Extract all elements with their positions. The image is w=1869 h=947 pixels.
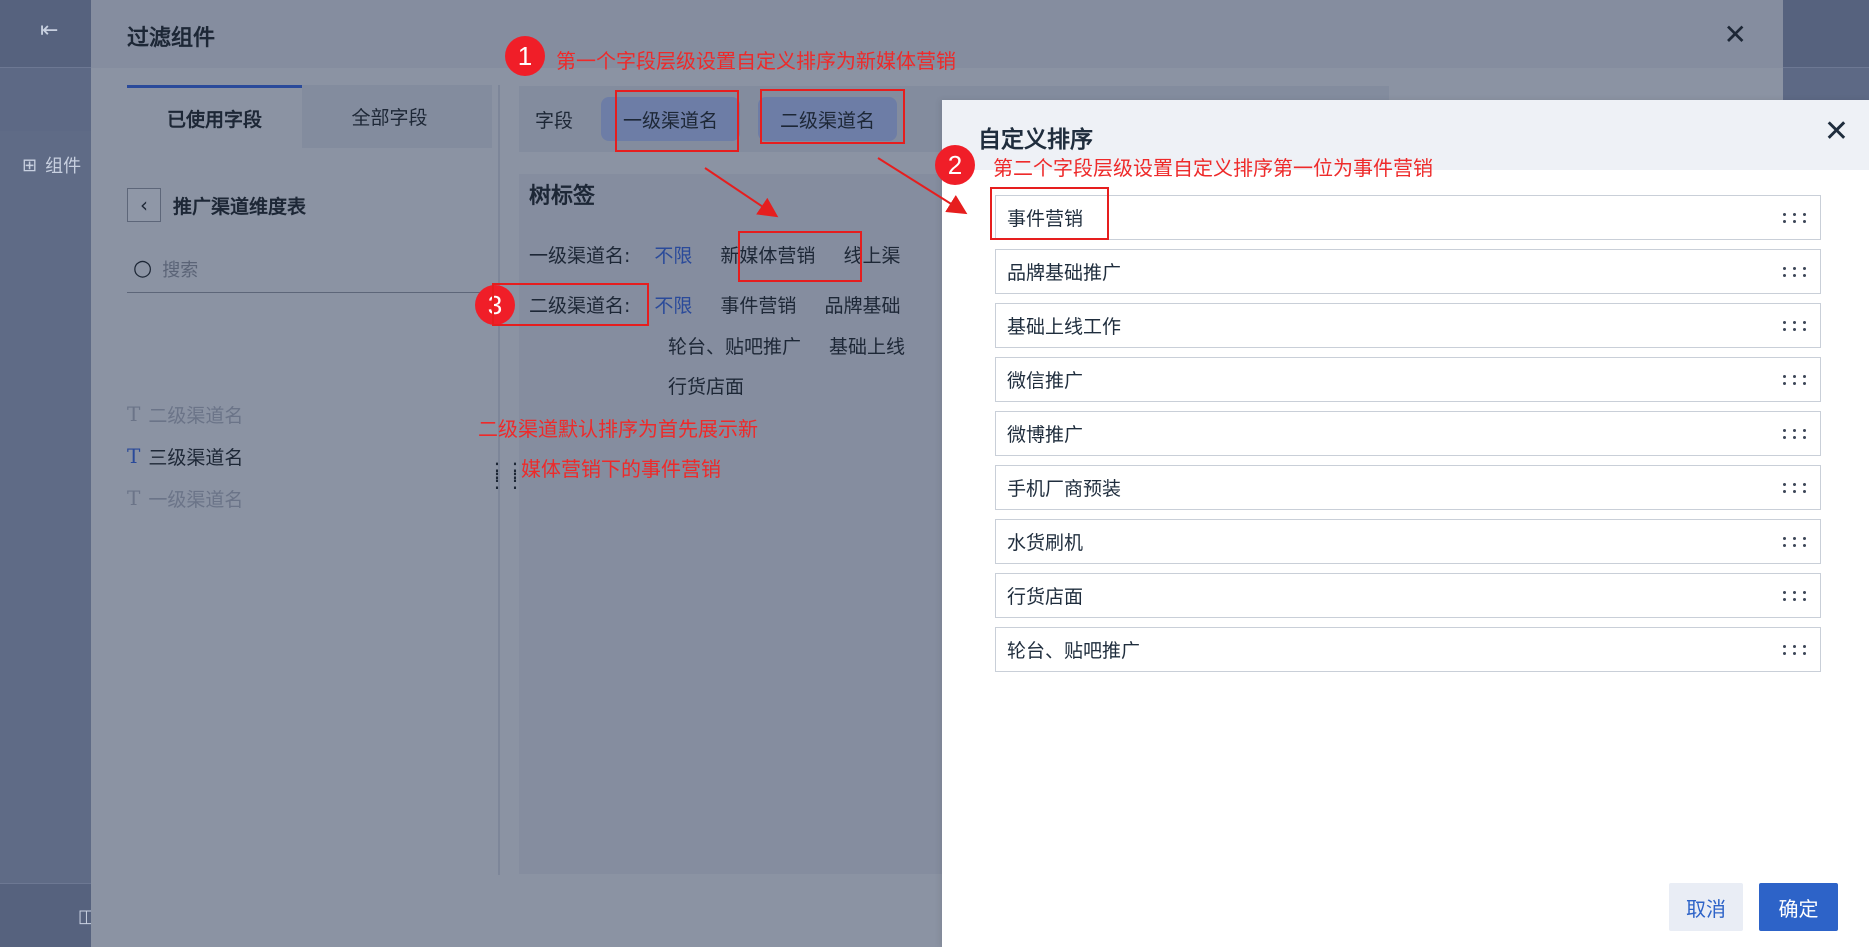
level1-label: 一级渠道名:	[529, 245, 631, 267]
close-icon[interactable]: ✕	[1824, 114, 1849, 149]
sort-item[interactable]: 行货店面	[995, 573, 1821, 618]
field-item[interactable]: T 三级渠道名	[127, 435, 243, 477]
sort-item-label: 品牌基础推广	[1007, 262, 1122, 284]
drag-handle-icon[interactable]	[1783, 644, 1808, 655]
dialog-title: 过滤组件	[127, 26, 216, 51]
drag-handle-icon[interactable]	[1783, 212, 1808, 223]
confirm-button[interactable]: 确定	[1759, 883, 1838, 931]
text-type-icon: T	[127, 444, 141, 468]
sort-item[interactable]: 轮台、贴吧推广	[995, 627, 1821, 672]
annotation-note-3-line2: 媒体营销下的事件营销	[521, 457, 721, 481]
sort-item[interactable]: 事件营销	[995, 195, 1821, 240]
highlight-box	[492, 283, 649, 326]
component-menu[interactable]: ⊞ 组件	[22, 152, 81, 178]
field-tabs: 已使用字段 全部字段	[127, 85, 492, 148]
component-label: 组件	[45, 156, 82, 177]
sort-item[interactable]: 手机厂商预装	[995, 465, 1821, 510]
field-bar-label: 字段	[535, 109, 574, 132]
search-input[interactable]: ○ 搜索	[127, 245, 492, 293]
sort-item-label: 微博推广	[1007, 424, 1084, 446]
highlight-box	[738, 231, 862, 282]
option-item[interactable]: 品牌基础	[824, 291, 900, 325]
drag-handle-icon[interactable]	[1783, 428, 1808, 439]
sort-item-label: 轮台、贴吧推广	[1007, 640, 1141, 662]
text-type-icon: T	[127, 402, 141, 426]
drag-handle-icon[interactable]	[1783, 374, 1808, 385]
tab-used-fields[interactable]: 已使用字段	[127, 85, 302, 148]
component-add-icon: ⊞	[22, 154, 38, 176]
sort-item-label: 手机厂商预装	[1007, 478, 1122, 500]
field-label: 一级渠道名	[148, 488, 244, 511]
field-label: 二级渠道名	[148, 404, 244, 427]
sort-item-label: 水货刷机	[1007, 532, 1084, 554]
highlight-box	[990, 187, 1109, 240]
search-icon: ○	[133, 256, 153, 281]
preview-title: 树标签	[529, 184, 596, 209]
sort-item-label: 微信推广	[1007, 370, 1084, 392]
back-button[interactable]: ‹	[127, 188, 161, 222]
drag-handle-icon[interactable]	[1783, 590, 1808, 601]
option-item[interactable]: 行货店面	[668, 372, 744, 399]
annotation-badge-1: 1	[505, 36, 545, 76]
field-list: T 二级渠道名 T 三级渠道名 T 一级渠道名	[127, 393, 243, 519]
sort-item[interactable]: 基础上线工作	[995, 303, 1821, 348]
text-type-icon: T	[127, 486, 141, 510]
sort-item-label: 基础上线工作	[1007, 316, 1122, 338]
option-item[interactable]: 基础上线	[829, 332, 905, 359]
table-name: 推广渠道维度表	[173, 195, 307, 218]
drag-handle-icon[interactable]	[1783, 536, 1808, 547]
tab-all-fields[interactable]: 全部字段	[302, 85, 477, 148]
sort-item[interactable]: 微博推广	[995, 411, 1821, 456]
sort-list: 事件营销 品牌基础推广 基础上线工作 微信推广 微博推广 手机厂商预装 水货刷机…	[995, 195, 1821, 681]
annotation-note-3-line1: 二级渠道默认排序为首先展示新	[478, 417, 758, 441]
highlight-box	[615, 90, 739, 152]
field-label: 三级渠道名	[148, 446, 244, 469]
field-item[interactable]: T 一级渠道名	[127, 477, 243, 519]
option-item[interactable]: 事件营销	[720, 291, 796, 325]
option-unlimited[interactable]: 不限	[654, 291, 692, 325]
level2-row: 轮台、贴吧推广 基础上线	[668, 325, 905, 365]
table-header: ‹ 推广渠道维度表	[127, 188, 306, 222]
field-item[interactable]: T 二级渠道名	[127, 393, 243, 435]
drag-handle-icon[interactable]	[1783, 320, 1808, 331]
sort-item-label: 行货店面	[1007, 586, 1084, 608]
sort-item[interactable]: 品牌基础推广	[995, 249, 1821, 294]
option-unlimited[interactable]: 不限	[654, 241, 692, 268]
exit-icon[interactable]: ⇤	[40, 18, 70, 48]
sort-item[interactable]: 微信推广	[995, 357, 1821, 402]
sort-panel-title: 自定义排序	[978, 127, 1093, 153]
drag-handle-icon[interactable]	[1783, 482, 1808, 493]
level2-row: 行货店面	[668, 365, 905, 405]
option-item[interactable]: 轮台、贴吧推广	[668, 332, 801, 359]
drag-handle-icon[interactable]	[1783, 266, 1808, 277]
search-placeholder: 搜索	[162, 259, 199, 281]
cancel-button[interactable]: 取消	[1669, 883, 1743, 931]
annotation-note-2: 第二个字段层级设置自定义排序第一位为事件营销	[993, 156, 1433, 180]
resize-handle-icon[interactable]: ⋮⋮ ⋮⋮	[487, 460, 525, 490]
annotation-note-1: 第一个字段层级设置自定义排序为新媒体营销	[556, 49, 956, 73]
chevron-left-icon: ‹	[140, 193, 148, 217]
highlight-box	[760, 89, 905, 144]
annotation-badge-2: 2	[935, 145, 975, 185]
sort-item[interactable]: 水货刷机	[995, 519, 1821, 564]
close-icon[interactable]: ✕	[1724, 18, 1747, 51]
field-panel: 已使用字段 全部字段 ‹ 推广渠道维度表 ○ 搜索 T 二级渠道名 T 三级渠道…	[127, 85, 492, 875]
